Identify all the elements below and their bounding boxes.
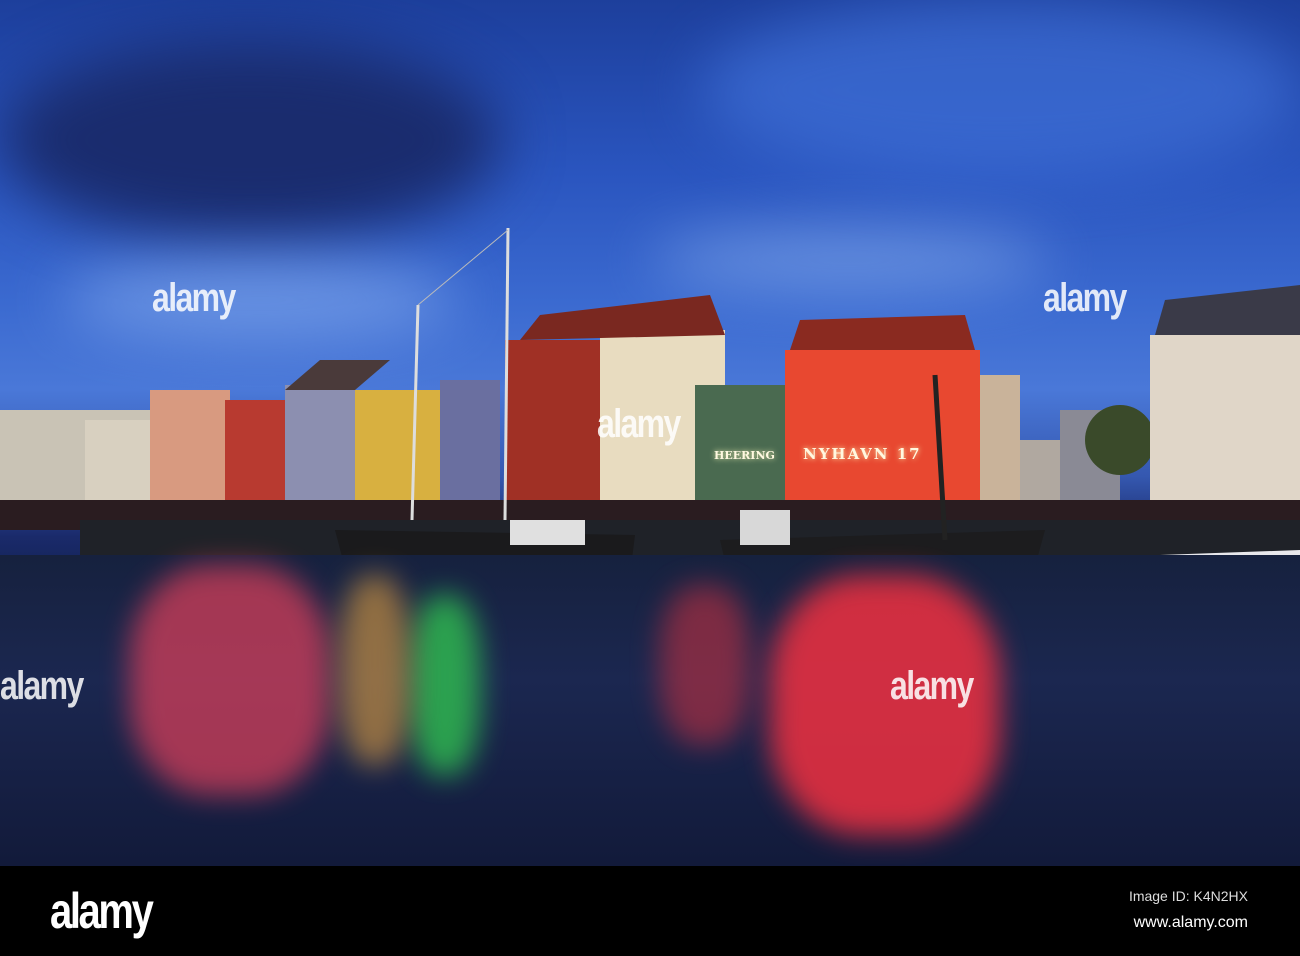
- yellow-reflection: [340, 575, 410, 765]
- red-reflection: [660, 585, 750, 745]
- watermark: alamy: [0, 664, 84, 708]
- website-url: www.alamy.com: [1133, 914, 1248, 931]
- watermark: alamy: [597, 402, 681, 446]
- alamy-logo: alamy: [50, 883, 154, 939]
- image-id: Image ID: K4N2HX: [1128, 888, 1248, 904]
- watermark: alamy: [890, 664, 974, 708]
- nyhavn-17-sign: NYHAVN 17: [803, 445, 922, 463]
- watermark: alamy: [152, 276, 236, 320]
- photo-canal-at-dusk: HEERING NYHAVN 17 alamy alamy alamy alam…: [0, 0, 1300, 866]
- red-reflection: [130, 565, 330, 795]
- green-reflection: [410, 595, 480, 775]
- canal-water: [0, 555, 1300, 866]
- watermark: alamy: [1043, 276, 1127, 320]
- footer-bar: [0, 866, 1300, 956]
- heering-sign: HEERING: [714, 449, 775, 462]
